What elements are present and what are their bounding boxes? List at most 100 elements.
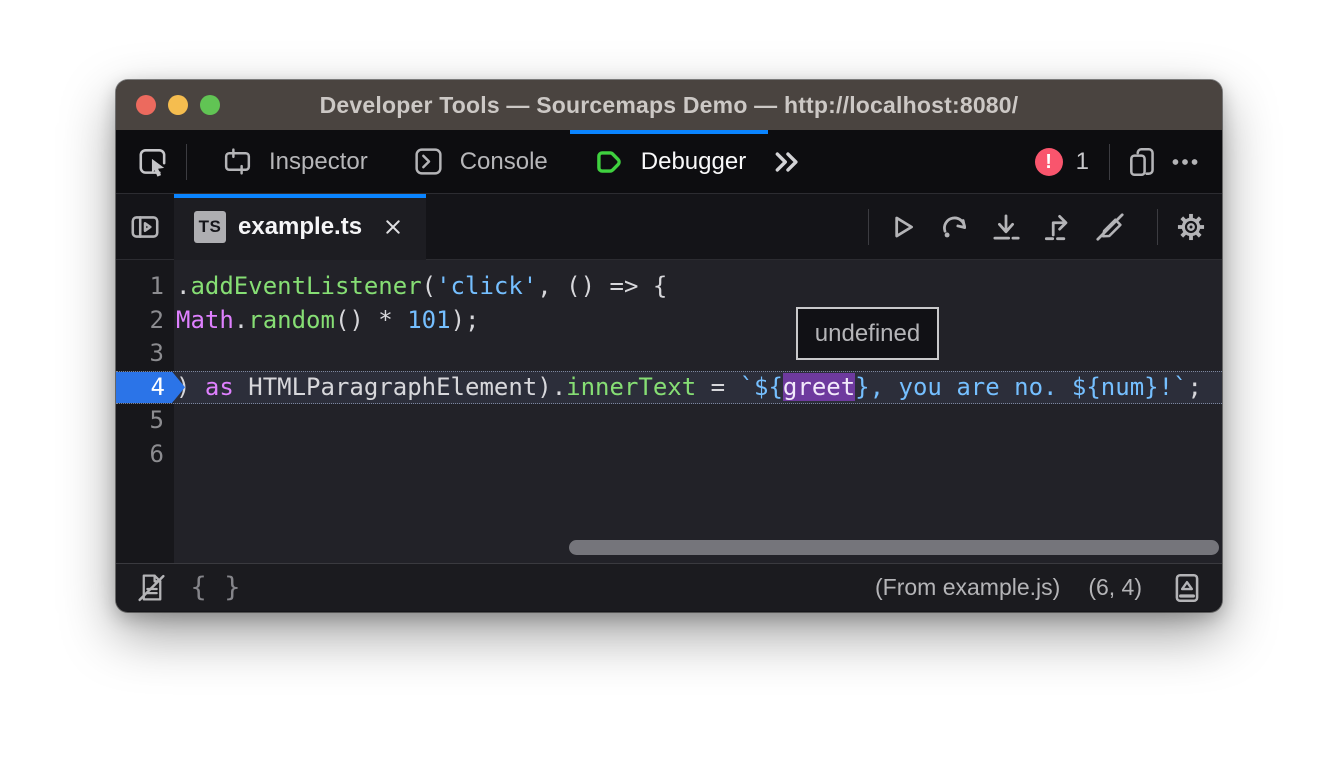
expand-panel-icon (1170, 571, 1204, 605)
devtools-menu-button[interactable] (1164, 140, 1206, 184)
meatball-menu-icon (1168, 145, 1202, 179)
gear-icon (1173, 209, 1209, 245)
element-picker-icon (136, 145, 170, 179)
code-lines: 1.addEventListener('click', () => {2Math… (116, 260, 1222, 471)
code-token: Math (176, 306, 234, 334)
step-in-icon (989, 210, 1023, 244)
step-in-button[interactable] (985, 205, 1027, 249)
code-line[interactable]: 5 (116, 404, 1222, 438)
pretty-print-button[interactable]: { } (182, 572, 253, 603)
typescript-file-icon: TS (194, 211, 226, 243)
code-token: () * (335, 306, 407, 334)
variable-preview-tooltip: undefined (796, 307, 939, 360)
more-tabs-button[interactable] (768, 140, 810, 184)
console-icon (412, 145, 445, 178)
chevron-double-right-icon (772, 145, 806, 179)
zoom-window-button[interactable] (200, 95, 220, 115)
source-tab-example-ts[interactable]: TS example.ts (174, 194, 426, 260)
code-token: `${ (740, 373, 783, 401)
tab-console[interactable]: Console (390, 130, 570, 194)
ignore-source-button[interactable] (1089, 205, 1131, 249)
toolbar-separator (186, 144, 187, 180)
code-text (174, 438, 176, 472)
titlebar[interactable]: Developer Tools — Sourcemaps Demo — http… (116, 80, 1222, 130)
code-token: addEventListener (190, 272, 421, 300)
source-file-slash-icon (135, 571, 168, 604)
expand-panel-button[interactable] (1166, 566, 1208, 610)
code-line[interactable]: 2Math.random() * 101); (116, 304, 1222, 338)
code-token: ; (1188, 373, 1202, 401)
cursor-position: (6, 4) (1088, 574, 1142, 601)
line-number[interactable]: 6 (116, 438, 174, 472)
tab-inspector[interactable]: Inspector (199, 130, 390, 194)
sources-panel-toggle-button[interactable] (124, 205, 166, 249)
close-window-button[interactable] (136, 95, 156, 115)
line-number[interactable]: 2 (116, 304, 174, 338)
toolbar-separator (1157, 209, 1158, 245)
line-number[interactable]: 3 (116, 337, 174, 371)
original-source-note[interactable]: (From example.js) (875, 574, 1060, 601)
inspector-icon (221, 145, 254, 178)
step-over-icon (937, 210, 971, 244)
paused-line-marker[interactable]: 4 (116, 372, 186, 404)
active-tab-indicator (570, 130, 768, 134)
code-line[interactable]: 1.addEventListener('click', () => { (116, 270, 1222, 304)
step-out-button[interactable] (1037, 205, 1079, 249)
source-tab-label: example.ts (238, 213, 362, 241)
code-token: HTMLParagraphElement). (234, 373, 566, 401)
tab-label: Console (460, 148, 548, 176)
code-line-paused[interactable]: 4) as HTMLParagraphElement).innerText = … (116, 371, 1222, 405)
tab-debugger[interactable]: Debugger (570, 130, 768, 194)
tab-label: Inspector (269, 148, 368, 176)
code-token: as (205, 373, 234, 401)
code-token: ( (422, 272, 436, 300)
line-number[interactable]: 5 (116, 404, 174, 438)
code-token: ); (451, 306, 480, 334)
debugger-settings-button[interactable] (1170, 205, 1212, 249)
toolbar-separator (868, 209, 869, 245)
code-line[interactable]: 3 (116, 337, 1222, 371)
code-token: random (248, 306, 335, 334)
active-source-tab-indicator (174, 194, 426, 198)
step-over-button[interactable] (933, 205, 975, 249)
devtools-window: Developer Tools — Sourcemaps Demo — http… (116, 80, 1222, 612)
highlighted-token: greet (783, 373, 855, 401)
code-token: }, you are no. ${num}!` (855, 373, 1187, 401)
tab-label: Debugger (641, 148, 746, 176)
responsive-design-mode-button[interactable] (1122, 140, 1164, 184)
stepping-controls (881, 205, 1145, 249)
close-tab-button[interactable] (380, 214, 406, 240)
window-title: Developer Tools — Sourcemaps Demo — http… (116, 92, 1222, 119)
debugger-source-toolbar: TS example.ts (116, 194, 1222, 260)
code-line[interactable]: 6 (116, 438, 1222, 472)
code-token: . (176, 272, 190, 300)
line-number[interactable]: 1 (116, 270, 174, 304)
minimize-window-button[interactable] (168, 95, 188, 115)
horizontal-scrollbar[interactable] (569, 540, 1219, 555)
sources-panel-icon (128, 210, 162, 244)
code-text: Math.random() * 101); (174, 304, 479, 338)
code-token: = (696, 373, 739, 401)
step-out-icon (1041, 210, 1075, 244)
desktop-background: Developer Tools — Sourcemaps Demo — http… (0, 0, 1338, 764)
ignore-source-icon (1093, 210, 1127, 244)
ignore-this-source-button[interactable] (130, 566, 172, 610)
code-token: 101 (407, 306, 450, 334)
debugger-icon (592, 145, 626, 179)
code-token: innerText (566, 373, 696, 401)
resume-button[interactable] (881, 205, 923, 249)
code-text: ) as HTMLParagraphElement).innerText = `… (174, 372, 1202, 404)
close-icon (380, 214, 406, 240)
error-icon: ! (1035, 148, 1063, 176)
code-editor[interactable]: 1.addEventListener('click', () => {2Math… (116, 260, 1222, 563)
resume-play-icon (885, 210, 919, 244)
error-count-badge[interactable]: ! 1 (1035, 148, 1089, 176)
code-text: .addEventListener('click', () => { (174, 270, 667, 304)
element-picker-button[interactable] (132, 140, 174, 184)
traffic-lights (136, 80, 220, 130)
toolbar-separator (1109, 144, 1110, 180)
responsive-design-icon (1126, 145, 1160, 179)
code-text (174, 337, 176, 371)
code-text (174, 404, 176, 438)
code-token: , () => { (537, 272, 667, 300)
